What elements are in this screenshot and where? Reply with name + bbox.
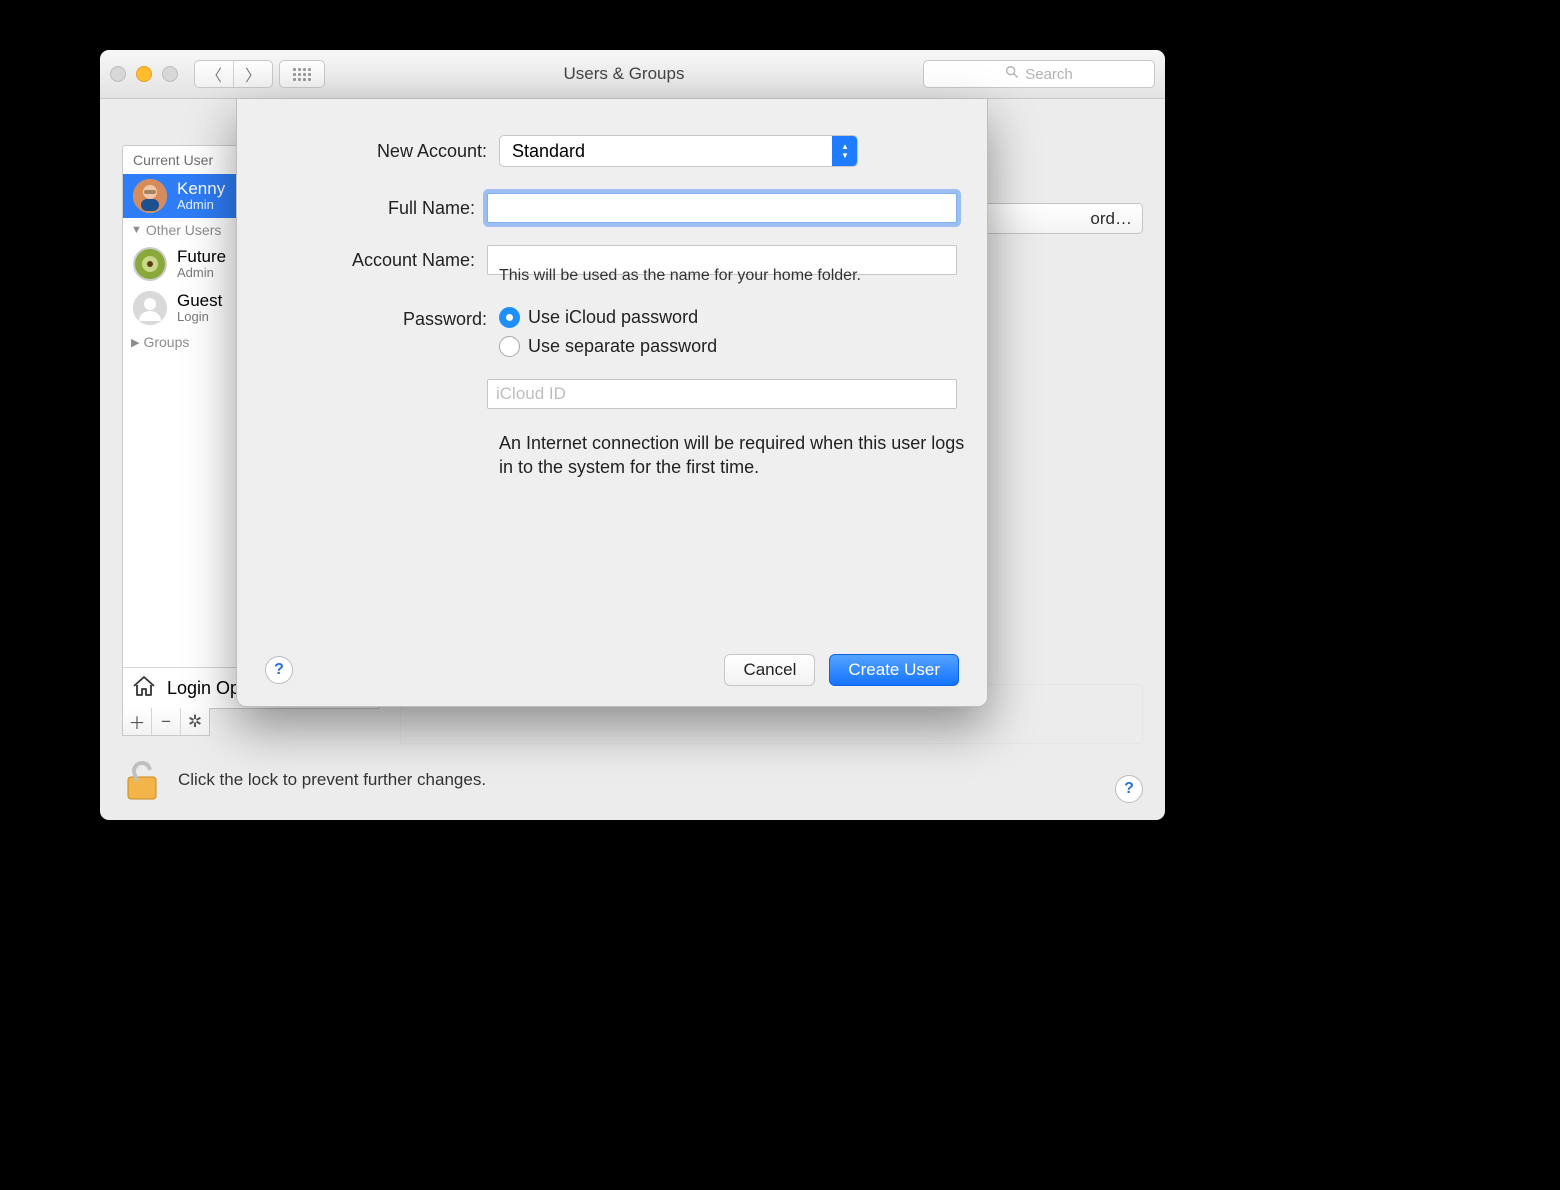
label-full-name: Full Name: (267, 198, 487, 219)
remove-user-button[interactable]: − (152, 708, 181, 735)
cancel-button[interactable]: Cancel (724, 654, 815, 686)
icloud-id-input[interactable] (487, 379, 957, 409)
radio-label-icloud: Use iCloud password (528, 307, 698, 328)
content-area: Current User Kenny Admin ▼ Other Users (100, 99, 1165, 820)
cancel-label: Cancel (743, 660, 796, 680)
lock-row: Click the lock to prevent further change… (122, 757, 486, 803)
zoom-window-button[interactable] (162, 66, 178, 82)
settings-gear-button[interactable]: ✲ (181, 708, 209, 735)
disclosure-right-icon: ▶ (131, 336, 139, 349)
nav-forward-button[interactable]: 〉 (233, 61, 272, 87)
create-user-button[interactable]: Create User (829, 654, 959, 686)
label-password: Password: (267, 307, 499, 330)
lock-text: Click the lock to prevent further change… (178, 770, 486, 790)
radio-icon (499, 336, 520, 357)
add-user-button[interactable]: ＋ (123, 708, 152, 735)
show-all-prefs-button[interactable] (279, 60, 325, 88)
select-stepper-icon: ▲▼ (832, 136, 857, 166)
prefs-window: 〈 〉 Users & Groups (100, 50, 1165, 820)
sidebar-action-bar: ＋ − ✲ (122, 708, 210, 736)
password-option-icloud[interactable]: Use iCloud password (499, 307, 957, 328)
change-password-label: ord… (1090, 209, 1132, 229)
help-button[interactable]: ? (1115, 775, 1143, 803)
gear-icon: ✲ (188, 712, 202, 732)
user-name: Future (177, 248, 226, 267)
sheet-help-button[interactable]: ? (265, 656, 293, 684)
help-icon: ? (274, 661, 284, 679)
internet-note: An Internet connection will be required … (499, 431, 969, 480)
house-icon (131, 673, 157, 704)
label-new-account: New Account: (267, 141, 499, 162)
user-role: Admin (177, 198, 225, 212)
help-icon: ? (1124, 780, 1134, 798)
unlocked-lock-icon[interactable] (122, 757, 162, 803)
nav-back-forward: 〈 〉 (194, 60, 273, 88)
user-name: Kenny (177, 180, 225, 199)
traffic-lights (110, 66, 178, 82)
create-user-label: Create User (848, 660, 940, 680)
chevron-right-icon: 〉 (245, 62, 261, 86)
full-name-input[interactable] (487, 193, 957, 223)
search-placeholder: Search (1025, 66, 1073, 83)
user-role: Admin (177, 266, 226, 280)
grid-icon (293, 68, 311, 81)
search-icon (1005, 65, 1019, 83)
minimize-window-button[interactable] (136, 66, 152, 82)
nav-back-button[interactable]: 〈 (195, 61, 233, 87)
user-role: Login (177, 310, 222, 324)
avatar-icon (133, 291, 167, 325)
sidebar-header-groups-label: Groups (143, 334, 189, 350)
search-field[interactable]: Search (923, 60, 1155, 88)
sidebar-header-other-label: Other Users (146, 222, 221, 238)
new-user-sheet: New Account: Standard ▲▼ Full Name: (236, 99, 988, 707)
toolbar: 〈 〉 Users & Groups (100, 50, 1165, 99)
user-name: Guest (177, 292, 222, 311)
label-account-name: Account Name: (267, 250, 487, 271)
avatar-icon (133, 179, 167, 213)
radio-label-separate: Use separate password (528, 336, 717, 357)
radio-icon (499, 307, 520, 328)
disclosure-down-icon: ▼ (131, 224, 142, 236)
password-option-separate[interactable]: Use separate password (499, 336, 957, 357)
chevron-left-icon: 〈 (206, 62, 222, 86)
account-type-select[interactable]: Standard ▲▼ (499, 135, 858, 167)
avatar-icon (133, 247, 167, 281)
window-title: Users & Groups (325, 64, 923, 84)
account-type-value: Standard (512, 141, 585, 162)
close-window-button[interactable] (110, 66, 126, 82)
